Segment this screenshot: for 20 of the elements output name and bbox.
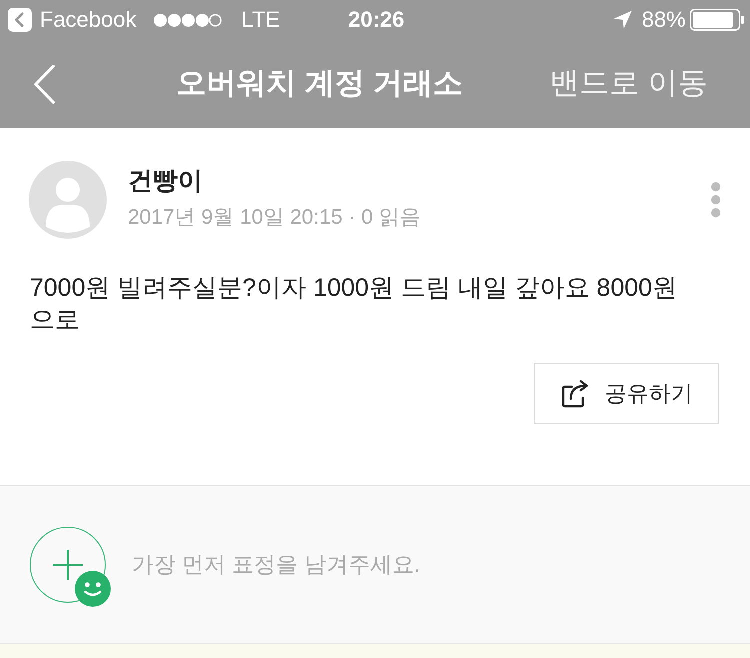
post-text: 7000원 빌려주실분?이자 1000원 드림 내일 갚아요 8000원 으로 [29,273,678,336]
share-icon [562,379,591,408]
vertical-dots-icon [711,182,721,218]
plus-icon [53,550,83,580]
author-name: 건빵이 [128,166,204,197]
go-to-band-link[interactable]: 밴드로 이동 [550,64,708,104]
signal-strength-icon [154,14,222,26]
default-avatar-icon [29,161,107,239]
back-chevron-icon [34,64,55,104]
clock-time: 20:26 [348,7,405,33]
back-to-app-link[interactable]: Facebook [8,7,137,33]
share-button[interactable]: 공유하기 [534,363,719,424]
battery-percentage: 88% [642,7,686,33]
reaction-prompt: 가장 먼저 표정을 남겨주세요. [132,550,420,578]
network-type: LTE [242,7,280,33]
battery-icon [690,9,745,31]
smiley-face-icon [75,570,111,606]
location-arrow-icon [614,11,632,29]
post-meta: 2017년 9월 10일 20:15 · 0 읽음 [128,205,421,231]
page-title: 오버워치 계정 거래소 [175,66,464,102]
